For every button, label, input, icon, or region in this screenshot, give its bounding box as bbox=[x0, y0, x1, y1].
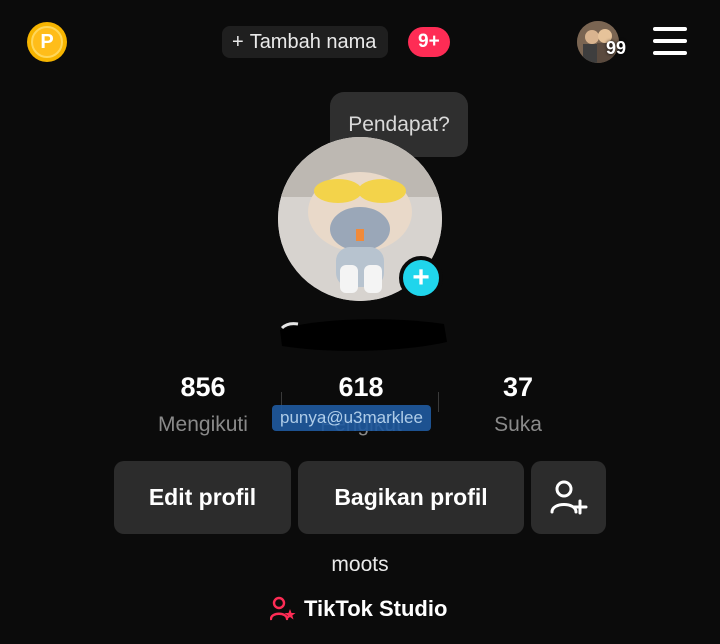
tiktok-studio-link[interactable]: TikTok Studio bbox=[270, 596, 447, 622]
add-name-label: Tambah nama bbox=[249, 30, 377, 53]
plus-icon: + bbox=[232, 30, 244, 53]
add-name-button[interactable]: + Tambah nama bbox=[222, 26, 389, 58]
edit-profile-button[interactable]: Edit profil bbox=[114, 461, 291, 534]
share-profile-button[interactable]: Bagikan profil bbox=[298, 461, 524, 534]
add-avatar-button[interactable]: + bbox=[399, 256, 443, 300]
stat-likes[interactable]: 37 Suka bbox=[468, 372, 568, 437]
coin-letter: P bbox=[31, 26, 63, 58]
followers-count: 618 bbox=[338, 372, 384, 402]
add-friend-icon bbox=[550, 480, 587, 514]
add-friend-button[interactable] bbox=[531, 461, 606, 534]
profile-bio: moots bbox=[331, 553, 389, 576]
studio-person-star-icon bbox=[270, 596, 296, 621]
following-count: 856 bbox=[180, 372, 226, 402]
stat-following[interactable]: 856 Mengikuti bbox=[148, 372, 258, 437]
opinion-bubble-text: Pendapat? bbox=[348, 112, 450, 136]
likes-count: 37 bbox=[502, 372, 534, 402]
following-label: Mengikuti bbox=[158, 413, 248, 436]
plus-icon: + bbox=[412, 261, 430, 294]
likes-label: Suka bbox=[494, 413, 542, 436]
notification-badge[interactable]: 9+ bbox=[408, 27, 450, 57]
studio-label: TikTok Studio bbox=[304, 596, 448, 621]
friends-count: 99 bbox=[606, 38, 627, 58]
watermark-label: punya@u3marklee bbox=[272, 405, 431, 431]
menu-icon[interactable] bbox=[653, 27, 687, 55]
redacted-username bbox=[280, 319, 447, 351]
coin-icon[interactable]: P bbox=[27, 22, 67, 62]
stat-divider bbox=[438, 392, 439, 412]
